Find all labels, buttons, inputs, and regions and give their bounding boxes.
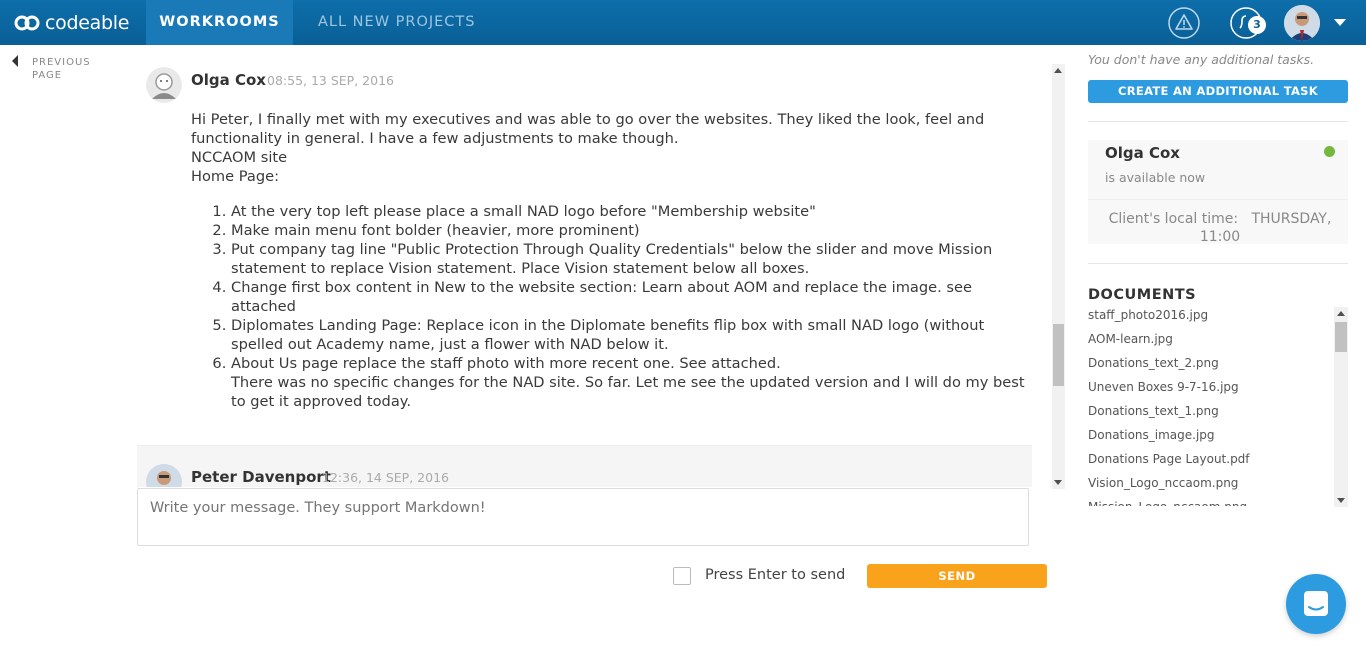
divider [1088, 121, 1348, 122]
message-body: Hi Peter, I finally met with my executiv… [191, 110, 1031, 411]
document-link[interactable]: Donations_image.jpg [1088, 426, 1333, 450]
back-arrow-icon[interactable] [12, 55, 18, 67]
document-link[interactable]: AOM-learn.jpg [1088, 330, 1333, 354]
document-link[interactable]: Uneven Boxes 9-7-16.jpg [1088, 378, 1333, 402]
message-paragraph: Home Page: [191, 168, 279, 185]
chat-launcher-button[interactable] [1286, 574, 1346, 634]
author-avatar-image [146, 464, 182, 487]
scroll-down-icon[interactable] [1337, 498, 1345, 503]
client-local-time: Client's local time: THURSDAY, 11:00 [1100, 210, 1340, 246]
list-item: At the very top left please place a smal… [231, 202, 1031, 221]
tab-workrooms[interactable]: WORKROOMS [146, 0, 293, 45]
author-avatar [146, 464, 182, 487]
divider [1088, 199, 1348, 200]
documents-scrollbar[interactable] [1334, 307, 1348, 507]
divider [1088, 263, 1348, 264]
scroll-up-icon[interactable] [1054, 68, 1062, 73]
scroll-down-icon[interactable] [1054, 480, 1062, 485]
client-card: Olga Cox is available now Client's local… [1088, 140, 1348, 246]
author-avatar [146, 67, 182, 103]
send-button[interactable]: SEND [867, 564, 1047, 588]
message-timestamp: 12:36, 14 SEP, 2016 [322, 470, 449, 485]
press-enter-checkbox[interactable] [673, 567, 691, 585]
message-item: Peter Davenport 12:36, 14 SEP, 2016 [137, 445, 1032, 487]
user-avatar[interactable] [1284, 5, 1320, 41]
message-timestamp: 08:55, 13 SEP, 2016 [267, 73, 394, 88]
chevron-down-icon[interactable] [1334, 19, 1346, 26]
list-item: Make main menu font bolder (heavier, mor… [231, 221, 1031, 240]
top-bar: codeable WORKROOMS ALL NEW PROJECTS 3 [0, 0, 1366, 45]
logo-text: codeable [45, 12, 130, 34]
document-link[interactable]: Donations_text_2.png [1088, 354, 1333, 378]
message-author: Olga Cox [191, 71, 266, 89]
local-time-label: Client's local time: [1108, 211, 1239, 227]
scrollbar-thumb[interactable] [1335, 322, 1347, 352]
document-link[interactable]: Donations Page Layout.pdf [1088, 450, 1333, 474]
codeable-logo[interactable]: codeable [14, 11, 129, 35]
document-link[interactable]: Donations_text_1.png [1088, 402, 1333, 426]
list-item: About Us page replace the staff photo wi… [231, 354, 1031, 411]
previous-page-link[interactable]: PREVIOUS PAGE [32, 56, 102, 82]
user-avatar-image [1284, 5, 1320, 41]
notification-badge: 3 [1248, 16, 1266, 34]
message-paragraph: NCCAOM site [191, 149, 288, 166]
no-tasks-message: You don't have any additional tasks. [1088, 52, 1315, 67]
create-task-button[interactable]: CREATE AN ADDITIONAL TASK [1088, 80, 1348, 103]
list-item: Put company tag line "Public Protection … [231, 240, 1031, 278]
list-item-text: There was no specific changes for the NA… [231, 374, 1025, 410]
client-status: is available now [1105, 170, 1206, 185]
message-scrollbar[interactable] [1052, 64, 1065, 489]
list-item: Change first box content in New to the w… [231, 278, 1031, 316]
online-status-icon [1324, 146, 1335, 157]
default-avatar-icon [146, 67, 182, 103]
scroll-up-icon[interactable] [1337, 311, 1345, 316]
document-link[interactable]: Vision_Logo_nccaom.png [1088, 474, 1333, 498]
tab-all-new-projects[interactable]: ALL NEW PROJECTS [318, 0, 476, 45]
documents-list: staff_photo2016.jpg AOM-learn.jpg Donati… [1088, 306, 1333, 506]
press-enter-label[interactable]: Press Enter to send [705, 567, 845, 583]
chat-icon [1304, 591, 1328, 616]
message-author: Peter Davenport [191, 468, 331, 486]
document-link[interactable]: Mission_Logo_nccaom.png [1088, 498, 1333, 506]
list-item: Diplomates Landing Page: Replace icon in… [231, 316, 1031, 354]
documents-title: DOCUMENTS [1088, 287, 1197, 303]
message-input[interactable] [137, 488, 1029, 546]
message-paragraph: Hi Peter, I finally met with my executiv… [191, 111, 985, 147]
message-thread: Olga Cox 08:55, 13 SEP, 2016 Hi Peter, I… [137, 60, 1047, 487]
codeable-logo-icon [14, 15, 40, 31]
document-link[interactable]: staff_photo2016.jpg [1088, 306, 1333, 330]
adjustment-list: At the very top left please place a smal… [231, 202, 1031, 411]
client-name: Olga Cox [1105, 144, 1180, 162]
list-item-text: About Us page replace the staff photo wi… [231, 355, 781, 372]
warning-icon[interactable] [1168, 7, 1200, 39]
scrollbar-thumb[interactable] [1053, 324, 1064, 386]
